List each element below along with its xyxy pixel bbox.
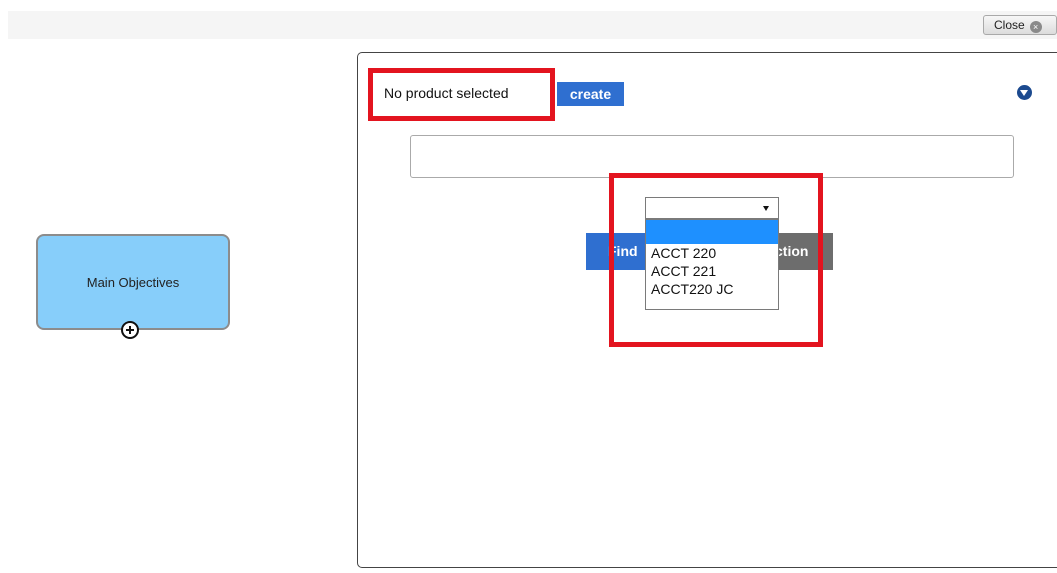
text-input[interactable]	[410, 135, 1014, 178]
node-label: Main Objectives	[86, 274, 180, 290]
dropdown-arrow-icon	[763, 206, 769, 211]
create-button[interactable]: create	[557, 82, 624, 106]
close-icon: ×	[1029, 21, 1042, 33]
dropdown-option[interactable]	[646, 220, 778, 244]
dropdown-list: ACCT 220 ACCT 221 ACCT220 JC	[645, 219, 779, 310]
dropdown-option[interactable]: ACCT 220	[646, 244, 778, 262]
chevron-down-circle-icon[interactable]	[1017, 85, 1032, 100]
close-label: Close	[994, 18, 1025, 32]
top-bar	[8, 11, 1057, 39]
action-button[interactable]: ction	[775, 233, 833, 270]
dropdown-option[interactable]: ACCT220 JC	[646, 280, 778, 298]
plus-circle-icon[interactable]	[121, 321, 139, 339]
status-text: No product selected	[384, 85, 509, 101]
course-select[interactable]	[645, 197, 779, 219]
product-panel	[357, 52, 1057, 568]
dropdown-option[interactable]: ACCT 221	[646, 262, 778, 280]
close-button[interactable]: Close ×	[983, 15, 1057, 35]
main-objectives-node[interactable]: Main Objectives	[36, 234, 230, 330]
find-button[interactable]: Find	[586, 233, 650, 270]
